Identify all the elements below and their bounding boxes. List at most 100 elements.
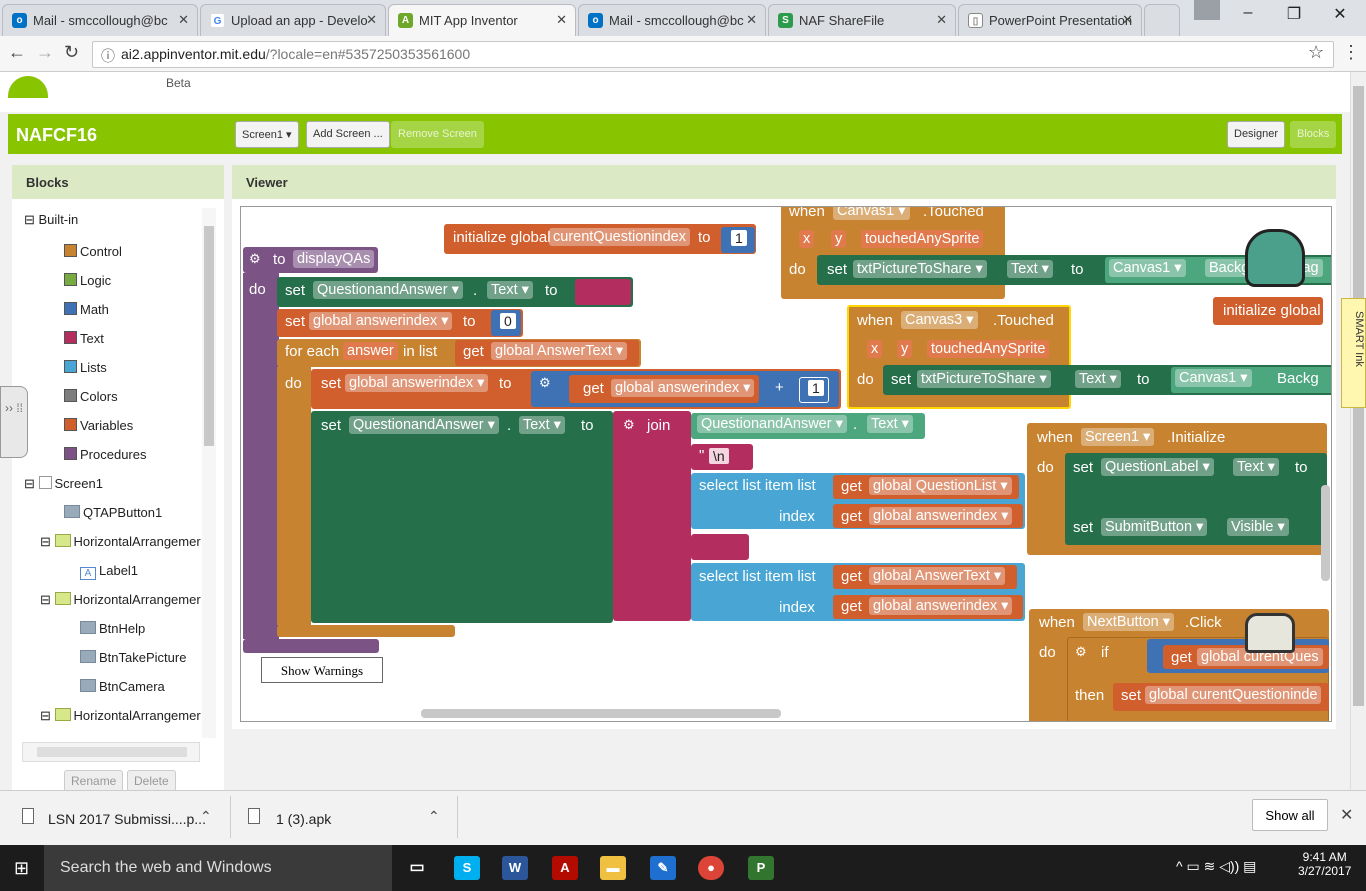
join-block[interactable] <box>613 411 691 621</box>
close-icon[interactable]: ✕ <box>366 12 377 28</box>
close-icon[interactable]: ✕ <box>746 12 757 28</box>
component-horizontal-1[interactable]: ⊟ HorizontalArrangemer <box>40 534 201 550</box>
file-explorer-icon[interactable]: ▬ <box>600 856 626 880</box>
qa-component-dropdown[interactable]: QuestionandAnswer ▾ <box>697 415 847 433</box>
global-answerindex-dropdown[interactable]: global answerindex ▾ <box>869 597 1013 615</box>
project-icon[interactable]: P <box>748 856 774 880</box>
bookmark-star-icon[interactable]: ☆ <box>1308 42 1324 63</box>
loop-variable[interactable]: answer <box>343 342 398 360</box>
task-view-icon[interactable]: ▭ <box>404 856 430 880</box>
qa-component-dropdown[interactable]: QuestionandAnswer ▾ <box>349 416 499 434</box>
component-screen1[interactable]: ⊟ Screen1 <box>24 476 103 492</box>
category-lists[interactable]: Lists <box>64 360 107 375</box>
chevron-up-icon[interactable]: ⌃ <box>428 808 440 825</box>
builtin-node[interactable]: ⊟ Built-in <box>24 212 78 228</box>
taskbar-clock[interactable]: 9:41 AM 3/27/2017 <box>1298 850 1351 878</box>
category-logic[interactable]: Logic <box>64 273 111 288</box>
close-downloads-icon[interactable]: ✕ <box>1340 805 1353 825</box>
screen1-dropdown[interactable]: Screen1 ▾ <box>1081 428 1155 446</box>
browser-tab-appinventor[interactable]: A MIT App Inventor ✕ <box>388 4 576 36</box>
browser-tab-powerpoint[interactable]: ▯ PowerPoint Presentation ✕ <box>958 4 1142 36</box>
component-horizontal-3[interactable]: ⊟ HorizontalArrangemer <box>40 708 201 724</box>
close-icon[interactable]: ✕ <box>178 12 189 28</box>
param-touchedanysprite[interactable]: touchedAnySprite <box>861 230 984 248</box>
menu-icon[interactable]: ⋮ <box>1342 42 1360 63</box>
qa-component-dropdown[interactable]: QuestionandAnswer ▾ <box>313 281 463 299</box>
new-tab-button[interactable] <box>1144 4 1180 36</box>
text-property-dropdown[interactable]: Text ▾ <box>867 415 913 433</box>
browser-tab-mail-2[interactable]: o Mail - smccollough@bc ✕ <box>578 4 766 36</box>
global-answerindex-dropdown[interactable]: global answerindex ▾ <box>611 379 755 397</box>
proc-name[interactable]: displayQAs <box>293 250 375 268</box>
text-property-dropdown[interactable]: Text ▾ <box>519 416 565 434</box>
canvas3-dropdown[interactable]: Canvas3 ▾ <box>901 311 978 329</box>
designer-button[interactable]: Designer <box>1227 121 1286 148</box>
close-icon[interactable]: ✕ <box>556 12 567 28</box>
delete-button[interactable]: Delete <box>127 770 176 792</box>
global-questionlist-dropdown[interactable]: global QuestionList ▾ <box>869 477 1012 495</box>
visible-property-dropdown[interactable]: Visible ▾ <box>1227 518 1289 536</box>
nextbutton-dropdown[interactable]: NextButton ▾ <box>1083 613 1175 631</box>
smart-ink-tab[interactable]: SMART Ink <box>1341 298 1366 408</box>
component-btncamera[interactable]: BtnCamera <box>80 679 165 694</box>
param-y[interactable]: y <box>831 230 847 248</box>
global-answerindex-dropdown[interactable]: global answerindex ▾ <box>309 312 453 330</box>
taskbar-search[interactable]: Search the web and Windows <box>44 845 392 891</box>
category-control[interactable]: Control <box>64 244 122 259</box>
windows-start-icon[interactable]: ⊞ <box>14 858 29 879</box>
gear-icon[interactable]: ⚙ <box>1075 644 1087 660</box>
text-property-dropdown[interactable]: Text ▾ <box>1007 260 1053 278</box>
component-label1[interactable]: A Label1 <box>80 563 138 580</box>
restore-icon[interactable]: ❐ <box>1274 4 1314 24</box>
number-value[interactable]: 1 <box>808 380 824 396</box>
minimize-icon[interactable]: – <box>1228 4 1268 22</box>
category-text[interactable]: Text <box>64 331 104 346</box>
blocks-tree-scrollbar[interactable] <box>202 208 216 738</box>
empty-text-block[interactable] <box>575 279 631 305</box>
global-answerindex-dropdown[interactable]: global answerindex ▾ <box>345 374 489 392</box>
back-icon[interactable]: ← <box>8 42 26 63</box>
param-y[interactable]: y <box>897 340 913 358</box>
workspace-vscroll[interactable] <box>1321 485 1330 581</box>
category-math[interactable]: Math <box>64 302 109 317</box>
category-colors[interactable]: Colors <box>64 389 118 404</box>
newline-value[interactable]: \n <box>709 448 729 464</box>
number-value[interactable]: 0 <box>500 313 516 329</box>
txtpicturetoshare-dropdown[interactable]: txtPictureToShare ▾ <box>917 370 1051 388</box>
browser-tab-upload[interactable]: G Upload an app - Develo ✕ <box>200 4 386 36</box>
add-screen-button[interactable]: Add Screen ... <box>306 121 390 148</box>
text-property-dropdown[interactable]: Text ▾ <box>1075 370 1121 388</box>
category-variables[interactable]: Variables <box>64 418 133 433</box>
gear-icon[interactable]: ⚙ <box>539 375 551 391</box>
canvas1-dropdown[interactable]: Canvas1 ▾ <box>833 207 910 220</box>
txtpicturetoshare-dropdown[interactable]: txtPictureToShare ▾ <box>853 260 987 278</box>
forward-icon[interactable]: → <box>36 42 54 63</box>
submitbutton-dropdown[interactable]: SubmitButton ▾ <box>1101 518 1208 536</box>
remove-screen-button[interactable]: Remove Screen <box>391 121 484 148</box>
close-icon[interactable]: ✕ <box>1122 12 1133 28</box>
questionlabel-dropdown[interactable]: QuestionLabel ▾ <box>1101 458 1214 476</box>
close-icon[interactable]: ✕ <box>936 12 947 28</box>
component-btntakepicture[interactable]: BtnTakePicture <box>80 650 186 665</box>
global-answertext-dropdown[interactable]: global AnswerText ▾ <box>869 567 1006 585</box>
download-item-2[interactable]: 1 (3).apk <box>276 811 331 827</box>
side-panel-handle-icon[interactable]: ›› ⁞⁞ <box>0 386 28 458</box>
gear-icon[interactable]: ⚙ <box>623 417 635 433</box>
screen-select[interactable]: Screen1 ▾ <box>235 121 299 148</box>
param-touchedanysprite[interactable]: touchedAnySprite <box>927 340 1050 358</box>
set-qa-join-block[interactable] <box>311 411 613 623</box>
canvas1-dropdown[interactable]: Canvas1 ▾ <box>1109 259 1186 277</box>
workspace-hscroll[interactable] <box>421 709 781 718</box>
text-property-dropdown[interactable]: Text ▾ <box>1233 458 1279 476</box>
browser-tab-sharefile[interactable]: S NAF ShareFile ✕ <box>768 4 956 36</box>
canvas1-dropdown[interactable]: Canvas1 ▾ <box>1175 369 1252 387</box>
blocks-workspace[interactable]: initialize global curentQuestionindex to… <box>240 206 1332 722</box>
global-answerindex-dropdown[interactable]: global answerindex ▾ <box>869 507 1013 525</box>
rename-button[interactable]: Rename <box>64 770 124 792</box>
component-horizontal-2[interactable]: ⊟ HorizontalArrangemer <box>40 592 201 608</box>
word-icon[interactable]: W <box>502 856 528 880</box>
param-x[interactable]: x <box>799 230 815 248</box>
url-field[interactable]: ⓘ ai2.appinventor.mit.edu/?locale=en#5357… <box>92 41 1334 68</box>
chevron-up-icon[interactable]: ⌃ <box>200 808 212 825</box>
global-answertext-dropdown[interactable]: global AnswerText ▾ <box>491 342 628 360</box>
